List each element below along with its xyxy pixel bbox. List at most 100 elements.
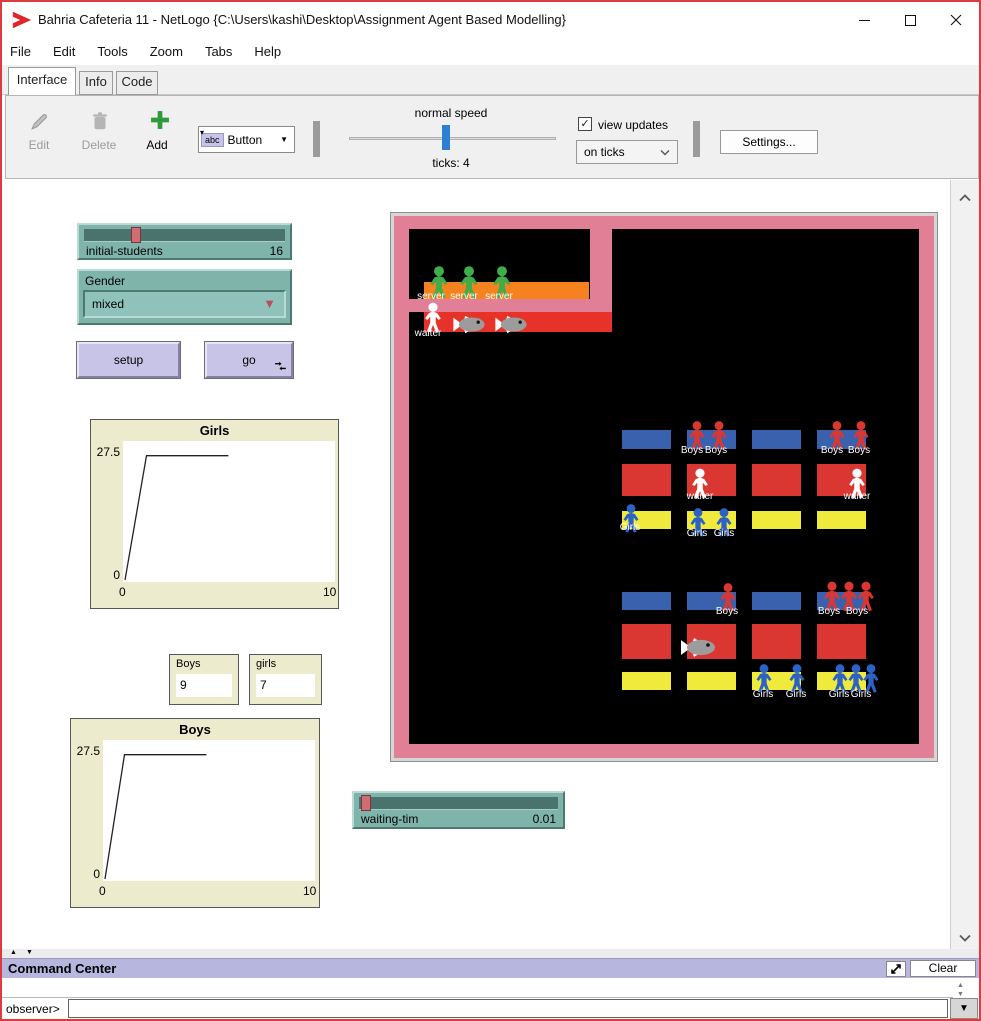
menu-item-tools[interactable]: Tools [97, 44, 127, 59]
scroll-up-icon[interactable] [958, 190, 972, 200]
agent-label: server [485, 291, 513, 302]
speed-slider-track[interactable] [349, 137, 556, 140]
vertical-scrollbar[interactable] [950, 180, 979, 949]
slider-track[interactable] [84, 229, 285, 242]
agent-label: Boys [818, 606, 840, 617]
title-bar: Bahria Cafeteria 11 - NetLogo {C:\Users\… [2, 2, 979, 38]
world-table [752, 430, 801, 449]
pencil-icon [28, 111, 50, 133]
edit-tool-button[interactable] [25, 111, 53, 138]
plus-icon [149, 109, 171, 131]
maximize-button[interactable] [887, 2, 933, 38]
chip-arrow-icon: ▾ [200, 128, 204, 137]
update-mode-dropdown[interactable]: on ticks [576, 140, 678, 164]
command-input[interactable] [68, 999, 948, 1018]
x-axis-min: 0 [119, 585, 126, 599]
clear-button[interactable]: Clear [910, 960, 976, 977]
menu-item-help[interactable]: Help [254, 44, 281, 59]
world-wall [590, 229, 612, 299]
world-table [752, 624, 801, 659]
initial-students-slider[interactable]: initial-students 16 [77, 223, 292, 260]
slider-label: initial-students [86, 244, 163, 258]
command-center-header: Command Center Clear [2, 958, 979, 978]
observer-prompt-label: observer> [6, 1002, 60, 1016]
trash-icon [89, 110, 111, 132]
agent-label: Girls [620, 522, 641, 533]
agent-label: Girls [829, 689, 850, 700]
boys-plot: Boys 27.5 0 0 10 [70, 718, 320, 908]
checkbox-check-icon: ✓ [580, 118, 589, 130]
chooser-value-box[interactable]: mixed ▼ [83, 290, 286, 318]
interface-canvas: initial-students 16 Gender mixed ▼ setup… [2, 180, 950, 949]
world-table [687, 672, 736, 690]
setup-button[interactable]: setup [77, 342, 180, 378]
dropdown-arrow-icon: ▼ [280, 135, 288, 144]
chooser-value: mixed [92, 297, 124, 311]
agent-label: Girls [753, 689, 774, 700]
close-button[interactable] [933, 2, 979, 38]
edit-tool-label: Edit [9, 138, 69, 152]
slider-handle[interactable] [131, 227, 141, 243]
minimize-icon [859, 15, 870, 26]
speed-slider-thumb[interactable] [442, 125, 450, 150]
window-title: Bahria Cafeteria 11 - NetLogo {C:\Users\… [38, 12, 566, 27]
view-updates-checkbox[interactable]: ✓ [578, 117, 592, 131]
world-table [622, 672, 671, 690]
command-center-expand-button[interactable] [886, 961, 906, 977]
world-table [817, 624, 866, 659]
observer-dropdown-button[interactable]: ▼ [950, 998, 978, 1019]
world-table [622, 624, 671, 659]
agent-label: Boys [821, 445, 843, 456]
girls-monitor: girls 7 [249, 654, 322, 705]
slider-track[interactable] [359, 797, 558, 810]
menu-item-zoom[interactable]: Zoom [150, 44, 183, 59]
monitor-value: 9 [176, 674, 232, 697]
tab-code[interactable]: Code [116, 71, 158, 95]
chevron-down-icon [660, 149, 670, 156]
tab-info[interactable]: Info [79, 71, 113, 95]
delete-tool-button[interactable] [86, 110, 114, 137]
menu-item-tabs[interactable]: Tabs [205, 44, 232, 59]
scroll-down-icon[interactable] [958, 930, 972, 940]
plot-title: Girls [91, 423, 338, 438]
agent-label: Boys [716, 606, 738, 617]
world-table [752, 511, 801, 529]
mini-scroll-up-icon[interactable]: ▲ [957, 982, 969, 989]
waiting-tim-slider[interactable]: waiting-tim 0.01 [352, 791, 565, 829]
agent-label: Girls [786, 689, 807, 700]
x-axis-max: 10 [323, 585, 336, 599]
world-canvas[interactable]: serverserverserverwaiterBoysBoysBoysBoys… [409, 229, 919, 744]
netlogo-window: Bahria Cafeteria 11 - NetLogo {C:\Users\… [0, 0, 981, 1021]
slider-value: 16 [270, 244, 283, 258]
tab-interface[interactable]: Interface [8, 67, 76, 95]
world-table [622, 464, 671, 496]
slider-handle[interactable] [361, 795, 371, 811]
splitter-down-icon[interactable]: ▼ [26, 949, 33, 956]
widget-type-value: Button [228, 133, 263, 147]
add-tool-label: Add [127, 138, 187, 152]
update-mode-value: on ticks [584, 145, 625, 159]
menu-item-file[interactable]: File [10, 44, 31, 59]
mini-scroll-down-icon[interactable]: ▼ [957, 991, 969, 998]
y-axis-min: 0 [71, 867, 100, 881]
expand-icon [890, 963, 902, 975]
chooser-arrow-icon: ▼ [263, 296, 276, 311]
widget-type-dropdown[interactable]: ▾ abc Button ▼ [198, 126, 295, 153]
x-axis-max: 10 [303, 884, 316, 898]
slider-label: waiting-tim [361, 812, 418, 826]
maximize-icon [905, 15, 916, 26]
world-border: serverserverserverwaiterBoysBoysBoysBoys… [394, 216, 934, 758]
add-tool-button[interactable] [146, 109, 174, 136]
minimize-button[interactable] [841, 2, 887, 38]
agent-label: Boys [681, 445, 703, 456]
speed-slider-label: normal speed [336, 106, 566, 120]
plot-area [103, 740, 315, 881]
splitter-up-icon[interactable]: ▲ [10, 949, 17, 956]
world-view-widget: serverserverserverwaiterBoysBoysBoysBoys… [390, 212, 938, 762]
gender-chooser[interactable]: Gender mixed ▼ [77, 269, 292, 325]
settings-button[interactable]: Settings... [720, 130, 818, 154]
toolbar-separator [313, 121, 320, 157]
go-button[interactable]: go [205, 342, 293, 378]
menu-item-edit[interactable]: Edit [53, 44, 75, 59]
command-center-splitter[interactable]: ▲ ▼ [2, 949, 979, 958]
